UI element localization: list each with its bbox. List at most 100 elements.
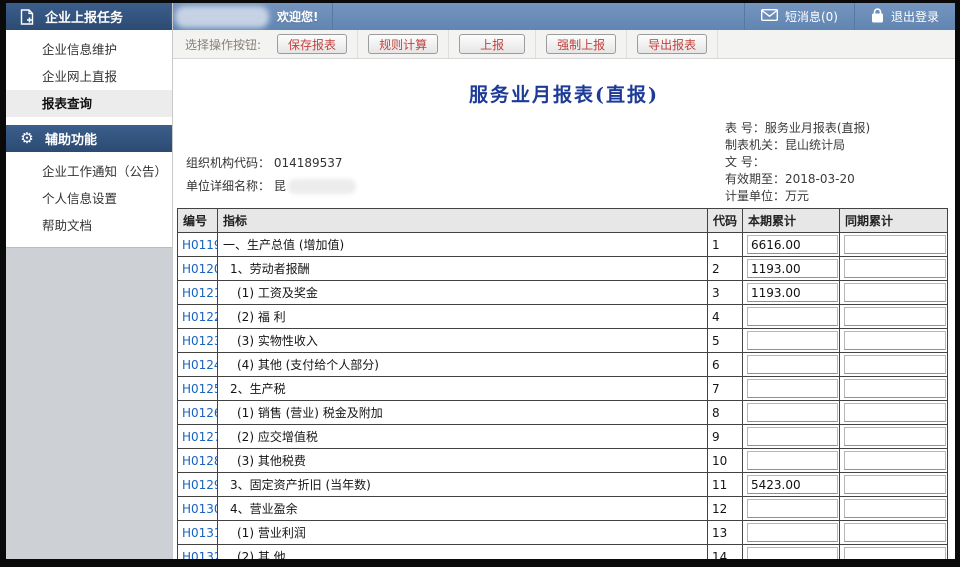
- toolbar-label: 选择操作按钮:: [173, 30, 267, 58]
- org-code-line: 组织机构代码： 014189537: [186, 152, 356, 175]
- row-id-link[interactable]: H0122: [178, 305, 218, 329]
- sidebar-item-report-query[interactable]: 报表查询: [6, 90, 172, 117]
- prior-period-input[interactable]: [844, 523, 946, 542]
- row-id-link[interactable]: H0124: [178, 353, 218, 377]
- row-code: 8: [708, 401, 743, 425]
- row-id-link[interactable]: H0131: [178, 521, 218, 545]
- row-id-link[interactable]: H0120: [178, 257, 218, 281]
- sidebar-item-help-docs[interactable]: 帮助文档: [6, 212, 172, 239]
- rule-calculate-button[interactable]: 规则计算: [368, 34, 438, 54]
- sidebar: 企业上报任务 企业信息维护 企业网上直报 报表查询 ⚙ 辅助功能 企业工作通知（…: [6, 3, 173, 559]
- col-header-id: 编号: [178, 209, 218, 233]
- sidebar-item-enterprise-info[interactable]: 企业信息维护: [6, 36, 172, 63]
- messages-label: 短消息(0): [785, 8, 838, 25]
- row-code: 5: [708, 329, 743, 353]
- prior-period-input[interactable]: [844, 475, 946, 494]
- issuing-agency-line: 制表机关：昆山统计局: [725, 137, 940, 154]
- logout-label: 退出登录: [891, 8, 939, 25]
- current-period-input[interactable]: [747, 355, 838, 374]
- table-row: H0126 (1) 销售 (营业) 税金及附加 8: [178, 401, 948, 425]
- company-name-line: 单位详细名称： 昆: [186, 175, 356, 198]
- row-id-link[interactable]: H0119: [178, 233, 218, 257]
- current-period-input[interactable]: [747, 283, 838, 302]
- logout-button[interactable]: 退出登录: [854, 3, 955, 30]
- company-name-label: 单位详细名称：: [186, 179, 270, 193]
- prior-period-input[interactable]: [844, 403, 946, 422]
- row-id-link[interactable]: H0125: [178, 377, 218, 401]
- row-id-link[interactable]: H0121: [178, 281, 218, 305]
- welcome-text: 欢迎您!: [277, 8, 318, 25]
- table-header-row: 编号 指标 代码 本期累计 同期累计: [178, 209, 948, 233]
- current-period-input[interactable]: [747, 331, 838, 350]
- row-id-link[interactable]: H0126: [178, 401, 218, 425]
- unit-line: 计量单位：万元: [725, 188, 940, 205]
- report-content: 服务业月报表(直报) 组织机构代码： 014189537 单位详细名称： 昆 表…: [173, 59, 955, 559]
- force-submit-button[interactable]: 强制上报: [546, 34, 616, 54]
- current-period-input[interactable]: [747, 451, 838, 470]
- document-plus-icon: [19, 9, 35, 25]
- row-id-link[interactable]: H0132: [178, 545, 218, 560]
- app-window: 企业上报任务 企业信息维护 企业网上直报 报表查询 ⚙ 辅助功能 企业工作通知（…: [6, 3, 955, 559]
- table-row: H0123 (3) 实物性收入 5: [178, 329, 948, 353]
- prior-period-input[interactable]: [844, 427, 946, 446]
- prior-period-input[interactable]: [844, 451, 946, 470]
- row-id-link[interactable]: H0128: [178, 449, 218, 473]
- table-row: H0124 (4) 其他 (支付给个人部分) 6: [178, 353, 948, 377]
- row-indicator: 3、固定资产折旧 (当年数): [218, 473, 708, 497]
- sidebar-nav-tasks: 企业信息维护 企业网上直报 报表查询: [6, 30, 172, 125]
- row-indicator: (1) 营业利润: [218, 521, 708, 545]
- row-indicator: (3) 实物性收入: [218, 329, 708, 353]
- redacted-username: [175, 6, 269, 28]
- current-period-input[interactable]: [747, 307, 838, 326]
- row-indicator: (3) 其他税费: [218, 449, 708, 473]
- row-indicator: 一、生产总值 (增加值): [218, 233, 708, 257]
- current-period-input[interactable]: [747, 235, 838, 254]
- sidebar-item-work-notice[interactable]: 企业工作通知（公告）: [6, 158, 172, 185]
- current-period-input[interactable]: [747, 475, 838, 494]
- current-period-input[interactable]: [747, 259, 838, 278]
- current-period-input[interactable]: [747, 403, 838, 422]
- table-row: H0122 (2) 福 利 4: [178, 305, 948, 329]
- doc-number-line: 文 号：: [725, 154, 940, 171]
- prior-period-input[interactable]: [844, 355, 946, 374]
- row-id-link[interactable]: H0130: [178, 497, 218, 521]
- row-indicator: (1) 销售 (营业) 税金及附加: [218, 401, 708, 425]
- sidebar-section-auxiliary[interactable]: ⚙ 辅助功能: [6, 125, 172, 152]
- row-indicator: (2) 其 他: [218, 545, 708, 560]
- current-period-input[interactable]: [747, 547, 838, 559]
- toolbar: 选择操作按钮: 保存报表 规则计算 上报 强制上报 导出报表: [173, 30, 955, 59]
- current-period-input[interactable]: [747, 427, 838, 446]
- row-id-link[interactable]: H0129: [178, 473, 218, 497]
- prior-period-input[interactable]: [844, 547, 946, 559]
- messages-button[interactable]: 短消息(0): [744, 3, 854, 30]
- sidebar-item-personal-settings[interactable]: 个人信息设置: [6, 185, 172, 212]
- sidebar-item-online-direct-report[interactable]: 企业网上直报: [6, 63, 172, 90]
- col-header-indicator: 指标: [218, 209, 708, 233]
- current-period-input[interactable]: [747, 523, 838, 542]
- row-code: 12: [708, 497, 743, 521]
- gear-icon: ⚙: [19, 131, 35, 147]
- export-report-button[interactable]: 导出报表: [637, 34, 707, 54]
- save-report-button[interactable]: 保存报表: [277, 34, 347, 54]
- row-id-link[interactable]: H0123: [178, 329, 218, 353]
- prior-period-input[interactable]: [844, 283, 946, 302]
- current-period-input[interactable]: [747, 499, 838, 518]
- prior-period-input[interactable]: [844, 499, 946, 518]
- prior-period-input[interactable]: [844, 379, 946, 398]
- row-code: 9: [708, 425, 743, 449]
- prior-period-input[interactable]: [844, 307, 946, 326]
- row-code: 4: [708, 305, 743, 329]
- row-id-link[interactable]: H0127: [178, 425, 218, 449]
- sidebar-section-enterprise-tasks[interactable]: 企业上报任务: [6, 3, 172, 30]
- table-row: H0125 2、生产税 7: [178, 377, 948, 401]
- table-row: H0128 (3) 其他税费 10: [178, 449, 948, 473]
- row-indicator: (2) 应交增值税: [218, 425, 708, 449]
- row-code: 3: [708, 281, 743, 305]
- row-indicator: 2、生产税: [218, 377, 708, 401]
- submit-button[interactable]: 上报: [459, 34, 525, 54]
- table-row: H0121 (1) 工资及奖金 3: [178, 281, 948, 305]
- prior-period-input[interactable]: [844, 331, 946, 350]
- prior-period-input[interactable]: [844, 235, 946, 254]
- current-period-input[interactable]: [747, 379, 838, 398]
- prior-period-input[interactable]: [844, 259, 946, 278]
